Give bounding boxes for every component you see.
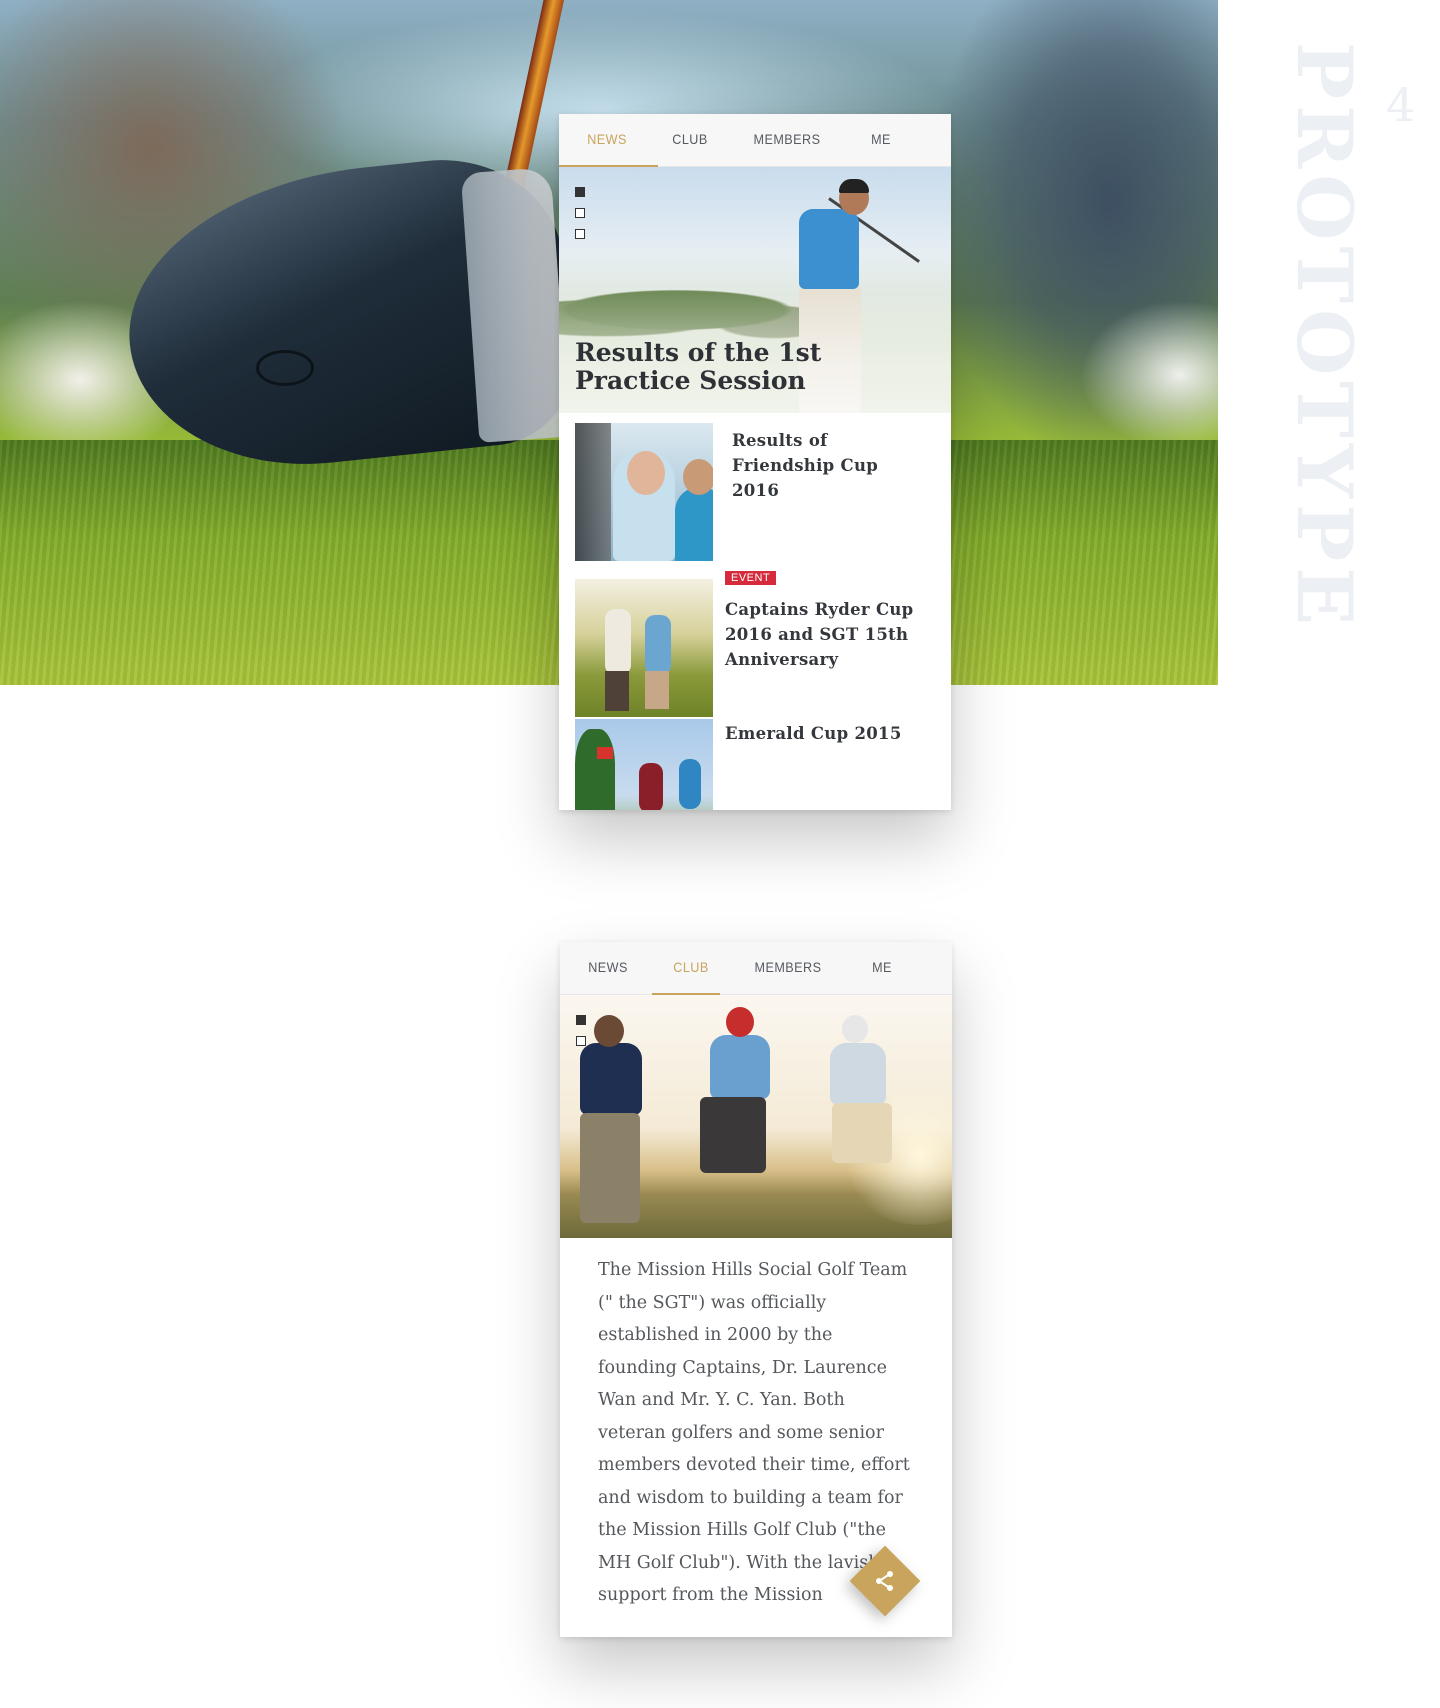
carousel-indicator [576, 1015, 586, 1057]
carousel-dot[interactable] [575, 187, 585, 197]
carousel-dot[interactable] [575, 229, 585, 239]
prototype-label: PROTOTYPE [1280, 42, 1369, 632]
list-item[interactable]: Emerald Cup 2015 [575, 719, 935, 810]
news-item-title: Captains Ryder Cup 2016 and SGT 15th Ann… [725, 600, 914, 669]
news-list: Results of Friendship Cup 2016 EVENT Cap… [559, 413, 951, 810]
featured-news-banner[interactable]: Results of the 1st Practice Session [559, 167, 951, 413]
tab-bar: NEWS CLUB MEMBERS ME [559, 114, 951, 167]
news-item-title: Results of Friendship Cup 2016 [732, 431, 879, 500]
tab-news[interactable]: NEWS [579, 942, 637, 994]
tab-club[interactable]: CLUB [663, 942, 719, 994]
news-thumbnail [575, 579, 713, 717]
tab-members[interactable]: MEMBERS [743, 942, 833, 994]
news-thumbnail [575, 719, 713, 810]
club-banner-image [560, 995, 952, 1238]
tab-members[interactable]: MEMBERS [742, 114, 832, 166]
carousel-dot[interactable] [575, 208, 585, 218]
featured-news-title: Results of the 1st Practice Session [575, 338, 822, 395]
tab-bar: NEWS CLUB MEMBERS ME [560, 942, 952, 995]
list-item[interactable]: EVENT Captains Ryder Cup 2016 and SGT 15… [575, 571, 935, 717]
news-thumbnail [575, 423, 713, 561]
prototype-number: 4 [1386, 78, 1416, 132]
article-body: The Mission Hills Social Golf Team (" th… [598, 1260, 910, 1605]
tab-news[interactable]: NEWS [578, 114, 636, 166]
news-item-title: Emerald Cup 2015 [725, 724, 902, 743]
tab-me[interactable]: ME [854, 114, 908, 166]
tab-me[interactable]: ME [855, 942, 909, 994]
share-icon [876, 1571, 893, 1591]
carousel-dot[interactable] [576, 1015, 586, 1025]
event-badge: EVENT [725, 571, 777, 585]
news-screen: NEWS CLUB MEMBERS ME Results of the 1st … [559, 114, 951, 810]
tab-club[interactable]: CLUB [662, 114, 718, 166]
list-item[interactable]: Results of Friendship Cup 2016 [575, 423, 935, 563]
club-screen: NEWS CLUB MEMBERS ME The Mission Hills S… [560, 942, 952, 1637]
carousel-dot[interactable] [576, 1036, 586, 1046]
carousel-indicator [575, 187, 585, 250]
